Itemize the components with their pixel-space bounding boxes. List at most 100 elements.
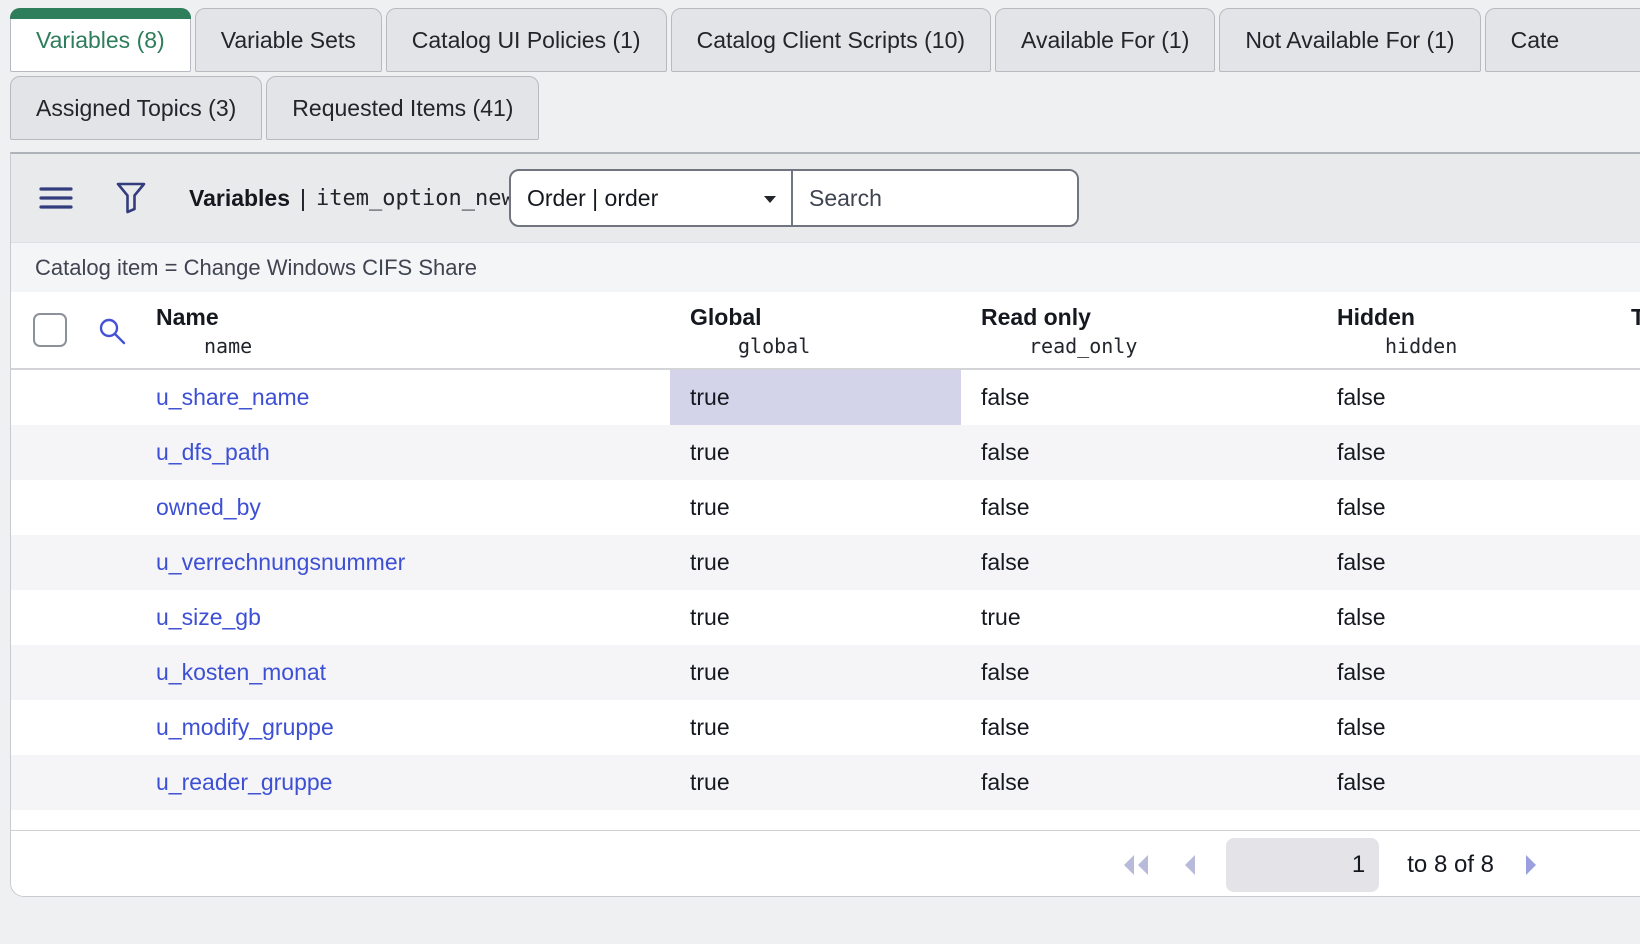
row-read-only-cell: false — [981, 370, 1030, 425]
table-row: u_size_gb true true false S — [11, 590, 1640, 645]
related-list-tabs-row-2: Assigned Topics (3) Requested Items (41) — [10, 76, 539, 140]
list-title: Variables — [189, 185, 290, 212]
previous-page-icon — [1180, 852, 1198, 878]
select-all-checkbox[interactable] — [33, 313, 67, 347]
row-name-link[interactable]: u_kosten_monat — [156, 645, 326, 700]
column-search-toggle[interactable] — [97, 316, 127, 351]
column-label: T — [1631, 302, 1640, 332]
column-label: Global — [690, 302, 810, 332]
row-read-only-cell: false — [981, 755, 1030, 810]
row-global-cell: true — [670, 700, 961, 755]
row-name-link[interactable]: u_dfs_path — [156, 425, 270, 480]
related-list-tabs-row-1: Variables (8) Variable Sets Catalog UI P… — [10, 8, 1640, 72]
row-name-link[interactable]: owned_by — [156, 480, 261, 535]
row-read-only-cell: true — [981, 590, 1021, 645]
row-hidden-cell: false — [1337, 480, 1386, 535]
tab-catalog-ui-policies[interactable]: Catalog UI Policies (1) — [386, 8, 667, 72]
row-global-cell: true — [670, 370, 961, 425]
row-read-only-cell: false — [981, 425, 1030, 480]
row-hidden-cell: false — [1337, 645, 1386, 700]
column-label: Name — [156, 302, 252, 332]
first-page-button[interactable] — [1120, 852, 1152, 878]
table-row: u_modify_gruppe true false false R — [11, 700, 1640, 755]
column-header-hidden[interactable]: Hidden hidden — [1337, 302, 1457, 360]
tab-label: Available For (1) — [1021, 27, 1189, 54]
title-separator: | — [300, 185, 306, 212]
next-page-icon — [1522, 852, 1540, 878]
row-hidden-cell: false — [1337, 370, 1386, 425]
search-icon — [97, 316, 127, 346]
row-global-cell: true — [670, 645, 961, 700]
hamburger-menu-icon — [39, 185, 73, 211]
list-search-input[interactable] — [793, 171, 1077, 225]
filter-breadcrumb-text: Catalog item = Change Windows CIFS Share — [35, 255, 477, 281]
table-row: u_dfs_path true false false S — [11, 425, 1640, 480]
tab-label: Variables (8) — [36, 27, 165, 54]
column-label: Hidden — [1337, 302, 1457, 332]
column-field-name: hidden — [1385, 332, 1457, 360]
table-row: owned_by true false false R — [11, 480, 1640, 535]
previous-page-button[interactable] — [1180, 852, 1198, 878]
row-name-link[interactable]: u_size_gb — [156, 590, 261, 645]
row-read-only-cell: false — [981, 645, 1030, 700]
column-field-name: read_only — [1029, 332, 1137, 360]
row-hidden-cell: false — [1337, 590, 1386, 645]
list-filter-button[interactable] — [115, 181, 147, 215]
list-pagination: to 8 of 8 — [11, 830, 1640, 897]
row-global-cell: true — [670, 755, 961, 810]
tab-label: Assigned Topics (3) — [36, 95, 236, 122]
tab-assigned-topics[interactable]: Assigned Topics (3) — [10, 76, 262, 140]
table-row: u_share_name true false false R — [11, 370, 1640, 425]
tab-label: Cate — [1511, 27, 1560, 54]
row-name-link[interactable]: u_modify_gruppe — [156, 700, 334, 755]
filter-funnel-icon — [115, 181, 147, 215]
row-global-cell: true — [670, 425, 961, 480]
chevron-down-icon — [763, 195, 777, 204]
column-field-name: global — [738, 332, 810, 360]
row-read-only-cell: false — [981, 535, 1030, 590]
list-context-menu-button[interactable] — [39, 185, 73, 211]
column-header-type-clipped[interactable]: T — [1631, 302, 1640, 332]
tab-variables[interactable]: Variables (8) — [10, 8, 191, 72]
tab-label: Requested Items (41) — [292, 95, 513, 122]
tab-catalog-client-scripts[interactable]: Catalog Client Scripts (10) — [671, 8, 991, 72]
tab-variable-sets[interactable]: Variable Sets — [195, 8, 382, 72]
tab-requested-items[interactable]: Requested Items (41) — [266, 76, 539, 140]
tab-label: Catalog UI Policies (1) — [412, 27, 641, 54]
row-global-cell: true — [670, 590, 961, 645]
column-header-read-only[interactable]: Read only read_only — [981, 302, 1137, 360]
variables-list-panel: Variables | item_option_new Order | orde… — [10, 152, 1640, 897]
column-label: Read only — [981, 302, 1137, 332]
current-row-input[interactable] — [1226, 838, 1379, 892]
row-read-only-cell: false — [981, 700, 1030, 755]
row-hidden-cell: false — [1337, 755, 1386, 810]
table-row: u_verrechnungsnummer true false false S — [11, 535, 1640, 590]
row-global-cell: true — [670, 535, 961, 590]
table-body: u_share_name true false false R u_dfs_pa… — [11, 370, 1640, 810]
row-name-link[interactable]: u_share_name — [156, 370, 309, 425]
list-table-name: item_option_new — [316, 186, 515, 211]
row-hidden-cell: false — [1337, 700, 1386, 755]
column-header-global[interactable]: Global global — [690, 302, 810, 360]
column-header-name[interactable]: Name name — [156, 302, 252, 360]
pagination-range-label: to 8 of 8 — [1407, 851, 1494, 879]
row-name-link[interactable]: u_reader_gruppe — [156, 755, 332, 810]
row-read-only-cell: false — [981, 480, 1030, 535]
list-toolbar: Variables | item_option_new Order | orde… — [11, 154, 1640, 242]
table-row: u_kosten_monat true false false S — [11, 645, 1640, 700]
row-global-cell: true — [670, 480, 961, 535]
tab-not-available-for[interactable]: Not Available For (1) — [1219, 8, 1480, 72]
tab-label: Not Available For (1) — [1245, 27, 1454, 54]
filter-breadcrumb[interactable]: Catalog item = Change Windows CIFS Share — [11, 242, 1640, 292]
tab-available-for[interactable]: Available For (1) — [995, 8, 1215, 72]
tab-label: Catalog Client Scripts (10) — [697, 27, 965, 54]
column-field-name: name — [204, 332, 252, 360]
next-page-button[interactable] — [1522, 852, 1540, 878]
search-field-dropdown[interactable]: Order | order — [511, 171, 793, 225]
tab-label: Variable Sets — [221, 27, 356, 54]
first-page-icon — [1120, 852, 1152, 878]
tab-categories-clipped[interactable]: Cate — [1485, 8, 1640, 72]
row-hidden-cell: false — [1337, 425, 1386, 480]
table-row: u_reader_gruppe true false false R — [11, 755, 1640, 810]
row-name-link[interactable]: u_verrechnungsnummer — [156, 535, 405, 590]
